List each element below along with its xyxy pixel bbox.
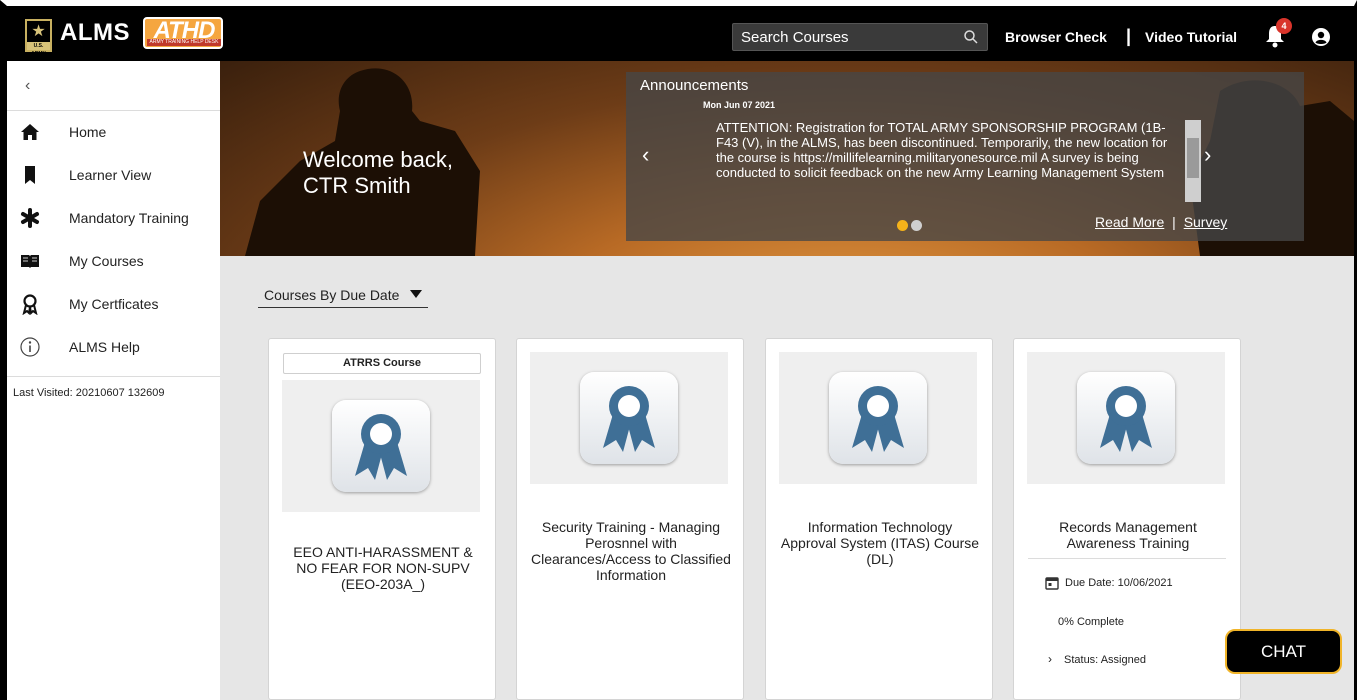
course-image [530,352,728,484]
video-tutorial-link[interactable]: Video Tutorial [1145,29,1237,45]
welcome-message: Welcome back, CTR Smith [303,147,453,199]
ribbon-icon [22,294,38,315]
scrollbar-thumb[interactable] [1187,138,1199,178]
percent-complete: 0% Complete [1058,616,1125,628]
calendar-icon [1045,577,1059,590]
read-more-link[interactable]: Read More [1095,214,1164,230]
due-date-text: Due Date: 10/06/2021 [1065,576,1173,589]
survey-link[interactable]: Survey [1184,214,1228,230]
carousel-dot-active[interactable] [897,220,908,231]
account-icon[interactable] [1312,28,1330,46]
announcement-links: Read More | Survey [1095,214,1227,230]
browser-check-link[interactable]: Browser Check [1005,29,1107,45]
carousel-dot[interactable] [911,220,922,231]
book-icon [21,255,39,268]
course-title[interactable]: Information Technology Approval System (… [780,519,980,567]
sidebar-item-my-certificates[interactable]: My Certficates [7,283,220,326]
army-logo-text: U.S. ARMY [27,42,50,57]
course-card[interactable]: Information Technology Approval System (… [765,338,993,700]
sidebar-item-label: Home [69,124,107,140]
announcements-panel: Announcements Mon Jun 07 2021 ‹ ATTENTIO… [626,72,1304,241]
course-type-tag: ATRRS Course [283,353,481,374]
notification-badge: 4 [1276,18,1292,34]
card-divider [1028,558,1226,559]
athd-logo[interactable]: ATHD ARMY TRAINING HELP DESK [143,17,223,49]
previous-announcement-icon[interactable]: ‹ [642,142,649,168]
course-tile [1077,372,1175,464]
sort-dropdown-label: Courses By Due Date [264,287,400,303]
award-ribbon-icon [1100,386,1152,452]
hero-banner: Welcome back, CTR Smith Announcements Mo… [220,61,1354,256]
course-card[interactable]: ATRRS Course EEO ANTI-HARASSMENT & NO FE… [268,338,496,700]
course-title[interactable]: Security Training - Managing Perosnnel w… [531,519,731,583]
sidebar-item-label: ALMS Help [69,339,140,355]
sidebar-item-learner-view[interactable]: Learner View [7,154,220,197]
award-ribbon-icon [355,414,407,480]
course-tile [580,372,678,464]
sidebar-item-alms-help[interactable]: ALMS Help [7,326,220,369]
welcome-line: Welcome back, [303,147,453,172]
course-image [779,352,977,484]
announcements-title: Announcements [640,77,749,94]
sidebar-item-home[interactable]: Home [7,111,220,154]
army-star-icon: ★ [31,23,46,40]
top-bar: ★ U.S. ARMY ALMS ATHD ARMY TRAINING HELP… [7,6,1354,61]
chevron-right-icon: › [1048,652,1052,666]
course-title[interactable]: EEO ANTI-HARASSMENT & NO FEAR FOR NON-SU… [283,544,483,592]
home-icon [21,124,39,140]
search-icon[interactable] [963,29,979,45]
last-visited-text: Last Visited: 20210607 132609 [13,387,165,399]
announcement-text: ATTENTION: Registration for TOTAL ARMY S… [716,120,1168,182]
app-title[interactable]: ALMS [60,19,130,47]
course-tile [332,400,430,492]
sidebar-item-my-courses[interactable]: My Courses [7,240,220,283]
status-toggle[interactable]: › Status: Assigned [1048,652,1146,666]
carousel-dots [897,218,925,236]
sidebar-item-label: Mandatory Training [69,210,189,226]
bookmark-icon [25,166,35,184]
sidebar-item-label: My Certficates [69,296,159,312]
course-image [1027,352,1225,484]
sidebar-item-label: My Courses [69,253,144,269]
course-card[interactable]: Records Management Awareness Training Du… [1013,338,1241,700]
collapse-sidebar-icon[interactable]: ‹ [25,77,30,95]
header-separator: | [1126,26,1132,46]
army-logo[interactable]: ★ U.S. ARMY [25,19,52,57]
award-ribbon-icon [603,386,655,452]
sort-dropdown[interactable]: Courses By Due Date [258,286,428,308]
sidebar: ‹ Home Learner View Mandatory Training M… [7,61,220,700]
next-announcement-icon[interactable]: › [1204,142,1211,168]
chat-button[interactable]: CHAT [1225,629,1342,674]
links-separator: | [1172,214,1176,230]
announcement-scrollbar[interactable] [1185,120,1201,202]
course-image [282,380,480,512]
asterisk-icon [21,208,39,228]
status-text: Status: Assigned [1064,654,1146,666]
athd-logo-subtitle: ARMY TRAINING HELP DESK [147,39,221,46]
sidebar-divider [7,376,220,377]
info-icon [20,337,40,357]
award-ribbon-icon [852,386,904,452]
search-box [732,23,988,51]
user-name: CTR Smith [303,173,411,198]
sidebar-item-label: Learner View [69,167,152,183]
course-card[interactable]: Security Training - Managing Perosnnel w… [516,338,744,700]
announcement-date: Mon Jun 07 2021 [703,100,776,110]
course-tile [829,372,927,464]
search-input[interactable] [733,24,958,50]
course-title[interactable]: Records Management Awareness Training [1028,519,1228,551]
caret-down-icon [410,290,422,298]
sidebar-item-mandatory-training[interactable]: Mandatory Training [7,197,220,240]
due-date: Due Date: 10/06/2021 [1045,576,1173,590]
